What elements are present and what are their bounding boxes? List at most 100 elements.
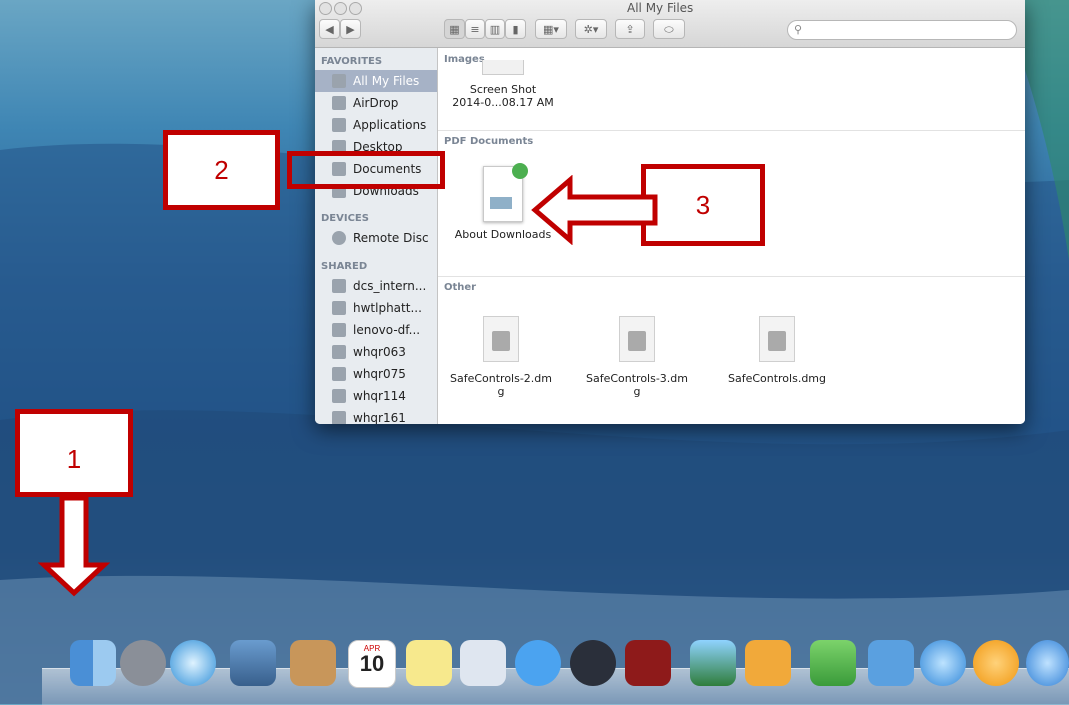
airdrop-icon xyxy=(332,96,346,110)
file-name-line1: SafeControls-3.dm xyxy=(585,372,689,385)
annotation-arrow-1 xyxy=(38,495,110,597)
icon-view-icon: ▦ xyxy=(449,23,460,36)
computer-icon xyxy=(332,389,346,403)
computer-icon xyxy=(332,367,346,381)
minimize-window-button[interactable] xyxy=(334,2,347,15)
annotation-highlight-documents xyxy=(287,151,445,189)
action-button[interactable]: ✲▾ xyxy=(575,19,607,39)
file-name-line1: Screen Shot xyxy=(469,83,537,96)
computer-icon xyxy=(332,323,346,337)
window-title: All My Files xyxy=(627,1,694,15)
notes-icon[interactable] xyxy=(406,640,452,686)
forward-button[interactable]: ▶ xyxy=(340,19,361,39)
arrange-button[interactable]: ▦▾ xyxy=(535,19,567,39)
calendar-icon[interactable]: APR 10 xyxy=(348,640,396,688)
photo-booth-icon[interactable] xyxy=(625,640,671,686)
file-name-line2: g xyxy=(633,385,641,398)
launchpad-icon[interactable] xyxy=(120,640,166,686)
all-files-icon xyxy=(332,74,346,88)
sidebar-item-shared[interactable]: whqr114 xyxy=(315,385,437,407)
file-safecontrols-3[interactable]: SafeControls-3.dm g xyxy=(582,316,692,398)
section-divider xyxy=(438,276,1025,277)
arrange-icon: ▦▾ xyxy=(543,23,559,36)
finder-icon[interactable] xyxy=(70,640,116,686)
reminders-icon[interactable] xyxy=(460,640,506,686)
back-icon: ◀ xyxy=(325,23,334,36)
zoom-window-button[interactable] xyxy=(349,2,362,15)
annotation-label-3: 3 xyxy=(695,190,711,220)
mail-icon[interactable] xyxy=(230,640,276,686)
keynote-icon[interactable] xyxy=(868,640,914,686)
sidebar-item-applications[interactable]: Applications xyxy=(315,114,437,136)
file-screenshot[interactable]: Screen Shot 2014-0...08.17 AM xyxy=(448,60,558,109)
coverflow-icon: ▮ xyxy=(512,23,519,36)
favorites-header: FAVORITES xyxy=(321,56,383,67)
contacts-icon[interactable] xyxy=(290,640,336,686)
shared-header: SHARED xyxy=(321,261,368,272)
itunes-icon[interactable] xyxy=(920,640,966,686)
file-name-line2: 2014-0...08.17 AM xyxy=(452,96,554,109)
icon-view-button[interactable]: ▦ xyxy=(444,19,465,39)
disk-image-icon xyxy=(619,316,655,362)
ibooks-icon[interactable] xyxy=(973,640,1019,686)
section-divider xyxy=(438,130,1025,131)
sidebar: FAVORITES All My Files AirDrop Applicati… xyxy=(315,48,438,424)
sidebar-item-shared[interactable]: lenovo-df... xyxy=(315,319,437,341)
sidebar-item-shared[interactable]: whqr063 xyxy=(315,341,437,363)
back-button[interactable]: ◀ xyxy=(319,19,340,39)
pages-icon[interactable] xyxy=(745,640,791,686)
devices-header: DEVICES xyxy=(321,213,369,224)
sidebar-item-shared[interactable]: whqr075 xyxy=(315,363,437,385)
pdf-document-icon xyxy=(483,163,528,222)
facetime-icon[interactable] xyxy=(570,640,616,686)
computer-icon xyxy=(332,279,346,293)
computer-icon xyxy=(332,411,346,424)
column-view-icon: ▥ xyxy=(489,23,501,36)
file-name-line1: SafeControls-2.dm xyxy=(449,372,553,385)
disc-icon xyxy=(332,231,346,245)
numbers-icon[interactable] xyxy=(810,640,856,686)
iphoto-icon[interactable] xyxy=(690,640,736,686)
share-icon: ⇪ xyxy=(625,23,635,36)
sidebar-item-shared[interactable]: hwtlphatt... xyxy=(315,297,437,319)
title-bar: All My Files ◀ ▶ ▦ ≡ ▥ ▮ ▦▾ ✲▾ ⇪ ⬭ ⚲ xyxy=(315,0,1025,48)
pdf-section-header: PDF Documents xyxy=(444,136,534,147)
list-view-icon: ≡ xyxy=(470,23,480,36)
other-section-header: Other xyxy=(444,282,477,293)
list-view-button[interactable]: ≡ xyxy=(465,19,485,39)
applications-icon xyxy=(332,118,346,132)
computer-icon xyxy=(332,301,346,315)
calendar-day: 10 xyxy=(359,651,385,676)
file-name-line2: g xyxy=(497,385,505,398)
annotation-box-1: 1 xyxy=(15,409,133,497)
gear-icon: ✲▾ xyxy=(583,23,599,36)
sidebar-item-shared[interactable]: dcs_intern... xyxy=(315,275,437,297)
column-view-button[interactable]: ▥ xyxy=(485,19,505,39)
disk-image-icon xyxy=(759,316,795,362)
close-window-button[interactable] xyxy=(319,2,332,15)
annotation-label-2: 2 xyxy=(214,155,229,185)
messages-icon[interactable] xyxy=(515,640,561,686)
file-name-line1: SafeControls.dmg xyxy=(727,372,827,385)
tags-button[interactable]: ⬭ xyxy=(653,19,685,39)
annotation-box-2: 2 xyxy=(163,130,280,210)
file-safecontrols[interactable]: SafeControls.dmg xyxy=(722,316,832,385)
share-button[interactable]: ⇪ xyxy=(615,19,645,39)
annotation-label-1: 1 xyxy=(66,444,82,474)
image-thumbnail-icon xyxy=(482,60,524,75)
search-field[interactable]: ⚲ xyxy=(787,20,1017,40)
search-icon: ⚲ xyxy=(794,23,803,36)
sidebar-item-shared[interactable]: whqr161 xyxy=(315,407,437,424)
safari-icon[interactable] xyxy=(170,640,216,686)
app-store-icon[interactable] xyxy=(1026,640,1069,686)
tag-icon: ⬭ xyxy=(664,23,674,36)
sidebar-item-airdrop[interactable]: AirDrop xyxy=(315,92,437,114)
annotation-arrow-3 xyxy=(531,175,658,245)
forward-icon: ▶ xyxy=(346,23,355,36)
computer-icon xyxy=(332,345,346,359)
sidebar-item-all-my-files[interactable]: All My Files xyxy=(315,70,437,92)
sidebar-item-remote-disc[interactable]: Remote Disc xyxy=(315,227,437,249)
file-safecontrols-2[interactable]: SafeControls-2.dm g xyxy=(446,316,556,398)
coverflow-view-button[interactable]: ▮ xyxy=(505,19,526,39)
disk-image-icon xyxy=(483,316,519,362)
